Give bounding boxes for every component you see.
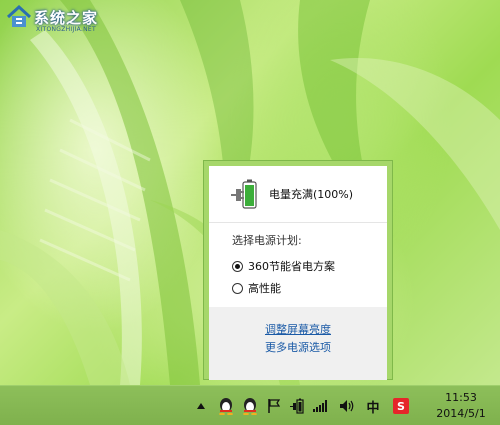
radio-button-checked[interactable]	[232, 260, 243, 272]
clock-time: 11:53	[445, 391, 477, 404]
power-flyout: 电量充满(100%) 选择电源计划: 360节能省电方案 高性能 调整屏幕亮度 …	[204, 161, 392, 380]
battery-status-text: 电量充满(100%)	[269, 188, 354, 201]
qq-tray-icon-2[interactable]	[240, 386, 260, 425]
power-plan-option-label: 360节能省电方案	[248, 260, 335, 273]
qq-tray-icon-1[interactable]	[216, 386, 236, 425]
input-method-button[interactable]: 中	[364, 386, 382, 425]
sogou-ime-button[interactable]: S	[392, 386, 410, 425]
chevron-up-icon	[197, 403, 205, 409]
logo-subtext: XITONGZHIJIA.NET	[36, 26, 96, 33]
clock-date: 2014/5/1	[436, 407, 486, 420]
taskbar-clock[interactable]: 11:53 2014/5/1	[426, 390, 496, 422]
flag-icon	[268, 399, 280, 413]
penguin-icon	[219, 398, 233, 415]
taskbar: 中 S 11:53 2014/5/1	[0, 385, 500, 425]
power-plan-option-360[interactable]: 360节能省电方案	[232, 255, 387, 277]
power-plan-option-label: 高性能	[248, 282, 281, 295]
house-logo-icon	[6, 4, 32, 27]
action-center-button[interactable]	[266, 386, 282, 425]
adjust-brightness-link[interactable]: 调整屏幕亮度	[209, 321, 387, 339]
show-hidden-icons-button[interactable]	[194, 386, 208, 425]
flyout-links-area: 调整屏幕亮度 更多电源选项	[209, 307, 387, 380]
sogou-icon: S	[393, 398, 409, 414]
signal-bars-icon	[313, 400, 327, 412]
power-plan-section: 选择电源计划: 360节能省电方案 高性能	[209, 223, 387, 307]
speaker-icon	[340, 400, 354, 412]
volume-tray-button[interactable]	[338, 386, 356, 425]
ime-label: 中	[366, 400, 380, 416]
logo-text: 系统之家	[34, 9, 99, 27]
battery-plug-icon	[231, 179, 257, 209]
more-power-options-link[interactable]: 更多电源选项	[209, 339, 387, 357]
battery-status-row: 电量充满(100%)	[209, 166, 387, 222]
power-plan-option-high-performance[interactable]: 高性能	[232, 277, 387, 299]
battery-tray-button[interactable]	[288, 386, 306, 425]
power-plan-label: 选择电源计划:	[232, 234, 302, 247]
site-logo: 系统之家 XITONGZHIJIA.NET	[6, 4, 118, 34]
battery-plug-tray-icon	[290, 398, 304, 414]
penguin-icon	[243, 398, 257, 415]
network-tray-button[interactable]	[312, 386, 330, 425]
radio-button[interactable]	[232, 282, 243, 294]
